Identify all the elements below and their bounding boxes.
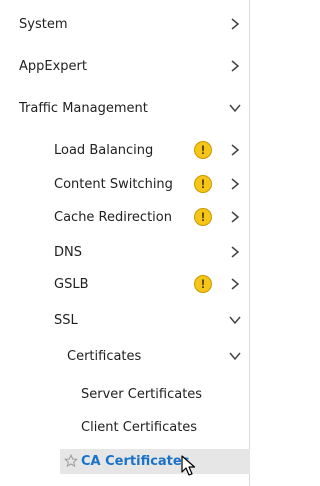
nav-item-cache-redirection[interactable]: Cache Redirection ! bbox=[0, 205, 250, 229]
nav-item-system[interactable]: System bbox=[0, 12, 250, 36]
chevron-right-icon[interactable] bbox=[227, 176, 243, 192]
nav-item-label: Cache Redirection bbox=[54, 209, 172, 225]
nav-item-label: CA Certificates bbox=[81, 454, 190, 469]
mouse-cursor-icon bbox=[181, 455, 197, 477]
warning-icon: ! bbox=[194, 275, 212, 293]
nav-item-content-switching[interactable]: Content Switching ! bbox=[0, 172, 250, 196]
nav-item-label: Traffic Management bbox=[19, 100, 148, 116]
chevron-right-icon[interactable] bbox=[227, 209, 243, 225]
nav-item-label: DNS bbox=[54, 244, 82, 260]
nav-item-label: Certificates bbox=[67, 348, 142, 364]
nav-item-label: GSLB bbox=[54, 276, 89, 292]
nav-item-certificates[interactable]: Certificates bbox=[0, 344, 250, 368]
nav-item-label: Client Certificates bbox=[81, 419, 198, 435]
nav-item-label: SSL bbox=[54, 312, 78, 328]
nav-item-server-certificates[interactable]: Server Certificates bbox=[0, 382, 250, 406]
nav-item-load-balancing[interactable]: Load Balancing ! bbox=[0, 138, 250, 162]
chevron-right-icon[interactable] bbox=[227, 276, 243, 292]
nav-item-dns[interactable]: DNS bbox=[0, 240, 250, 264]
star-icon[interactable] bbox=[63, 453, 79, 468]
warning-icon: ! bbox=[194, 175, 212, 193]
nav-item-client-certificates[interactable]: Client Certificates bbox=[0, 415, 250, 439]
nav-item-appexpert[interactable]: AppExpert bbox=[0, 54, 250, 78]
nav-item-ssl[interactable]: SSL bbox=[0, 308, 250, 332]
chevron-right-icon[interactable] bbox=[227, 142, 243, 158]
nav-item-label: System bbox=[19, 16, 68, 32]
chevron-right-icon[interactable] bbox=[227, 58, 243, 74]
nav-item-label: Content Switching bbox=[54, 176, 173, 192]
chevron-down-icon[interactable] bbox=[227, 312, 243, 328]
nav-item-label: AppExpert bbox=[19, 58, 87, 74]
nav-item-gslb[interactable]: GSLB ! bbox=[0, 272, 250, 296]
nav-item-label: Load Balancing bbox=[54, 142, 154, 158]
warning-icon: ! bbox=[194, 208, 212, 226]
nav-item-traffic-management[interactable]: Traffic Management bbox=[0, 96, 250, 120]
chevron-down-icon[interactable] bbox=[227, 100, 243, 116]
navigation-tree: System AppExpert Traffic Management Load… bbox=[0, 0, 250, 486]
nav-item-label: Server Certificates bbox=[81, 386, 203, 402]
chevron-right-icon[interactable] bbox=[227, 16, 243, 32]
nav-item-ca-certificates[interactable]: CA Certificates bbox=[60, 449, 250, 474]
chevron-right-icon[interactable] bbox=[227, 244, 243, 260]
warning-icon: ! bbox=[194, 141, 212, 159]
chevron-down-icon[interactable] bbox=[227, 348, 243, 364]
